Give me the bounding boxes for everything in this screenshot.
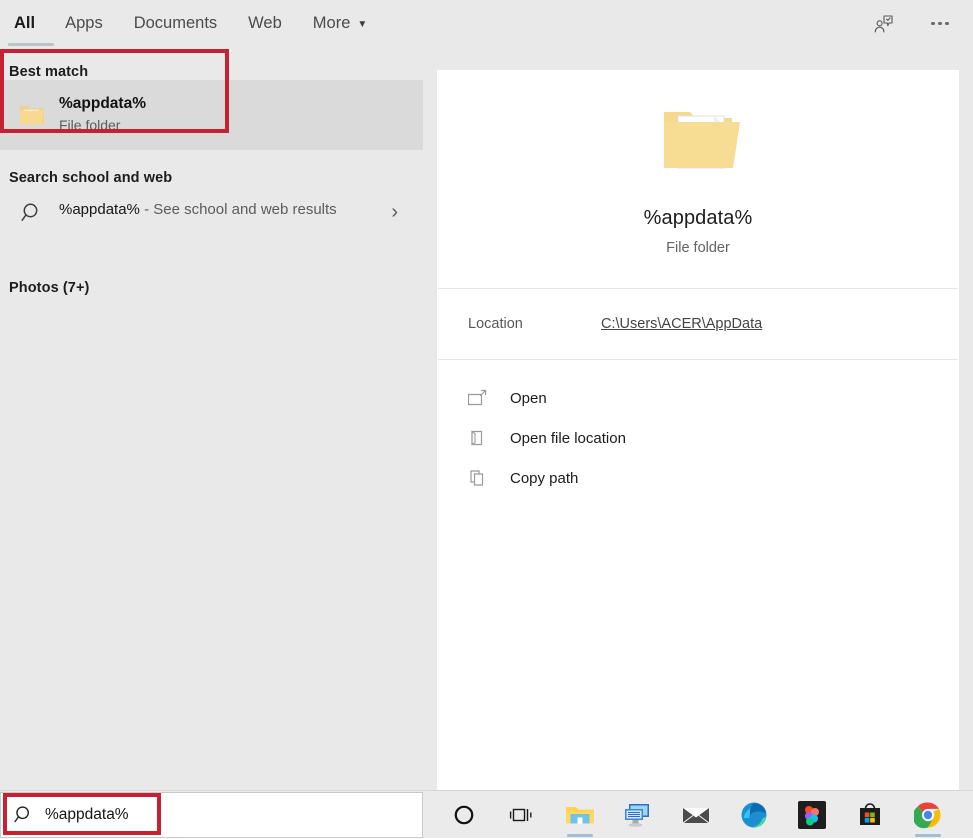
tab-all-label: All <box>14 14 35 33</box>
location-row: Location C:\Users\ACER\AppData <box>437 289 959 359</box>
edge-button[interactable] <box>725 791 783 839</box>
copy-path-icon <box>468 468 510 488</box>
action-open-file-location-label: Open file location <box>510 430 626 447</box>
best-match-header: Best match <box>0 47 423 80</box>
tab-all[interactable]: All <box>14 0 35 47</box>
location-link[interactable]: C:\Users\ACER\AppData <box>601 316 762 332</box>
tab-documents[interactable]: Documents <box>134 0 230 47</box>
result-subtitle: File folder <box>59 115 146 136</box>
mail-button[interactable] <box>667 791 725 839</box>
chrome-icon <box>914 801 942 829</box>
open-window-icon <box>468 388 510 408</box>
web-result-suffix: - See school and web results <box>140 201 337 218</box>
file-explorer-button[interactable] <box>551 791 609 839</box>
figma-button[interactable] <box>783 791 841 839</box>
taskbar <box>0 790 973 838</box>
action-open-file-location[interactable]: Open file location <box>437 418 959 458</box>
search-tabbar: All Apps Documents Web More ▼ <box>0 0 973 47</box>
more-options-button[interactable] <box>925 9 955 39</box>
results-panel: Best match %appdata% File folder Search … <box>0 47 423 790</box>
preview-title: %appdata% <box>644 207 753 230</box>
action-open[interactable]: Open <box>437 378 959 418</box>
action-open-label: Open <box>510 390 547 407</box>
tab-more-label: More <box>313 14 351 33</box>
task-view-icon <box>509 803 535 827</box>
cortana-button[interactable] <box>435 791 493 839</box>
search-web-header: Search school and web <box>0 150 423 186</box>
file-explorer-icon <box>564 801 596 829</box>
search-flyout-window: All Apps Documents Web More ▼ <box>0 0 973 790</box>
microsoft-store-icon <box>856 801 884 829</box>
tab-active-indicator <box>8 43 54 46</box>
preview-hero: %appdata% File folder <box>437 70 959 288</box>
figma-icon <box>798 801 826 829</box>
feedback-button[interactable] <box>869 9 899 39</box>
task-view-button[interactable] <box>493 791 551 839</box>
web-result-query: %appdata% <box>59 201 140 218</box>
taskbar-icons <box>423 791 957 839</box>
tabbar-actions <box>869 0 955 47</box>
preview-panel: %appdata% File folder Location C:\Users\… <box>437 70 959 790</box>
chevron-down-icon: ▼ <box>357 20 367 30</box>
action-copy-path-label: Copy path <box>510 470 578 487</box>
remote-desktop-button[interactable] <box>609 791 667 839</box>
result-item-web-search[interactable]: %appdata% - See school and web results › <box>0 186 423 256</box>
ellipsis-icon <box>931 22 949 26</box>
running-indicator <box>567 834 593 837</box>
folder-open-location-icon <box>468 428 510 448</box>
result-title: %appdata% <box>59 94 146 115</box>
search-icon <box>9 198 55 225</box>
tab-apps-label: Apps <box>65 14 103 33</box>
mail-icon <box>681 803 711 827</box>
taskbar-search-box[interactable] <box>0 792 423 838</box>
microsoft-store-button[interactable] <box>841 791 899 839</box>
edge-icon <box>740 801 768 829</box>
tab-list: All Apps Documents Web More ▼ <box>0 0 398 47</box>
result-text-block: %appdata% File folder <box>55 94 146 136</box>
feedback-person-icon <box>873 13 895 35</box>
running-indicator <box>915 834 941 837</box>
tab-documents-label: Documents <box>134 14 217 33</box>
tab-more[interactable]: More ▼ <box>313 0 381 47</box>
remote-desktop-icon <box>623 801 653 829</box>
action-copy-path[interactable]: Copy path <box>437 458 959 498</box>
tab-web-label: Web <box>248 14 282 33</box>
search-input[interactable] <box>45 806 375 824</box>
search-icon <box>13 804 41 826</box>
action-list: Open Open file location <box>437 360 959 498</box>
chrome-button[interactable] <box>899 791 957 839</box>
result-item-best-match[interactable]: %appdata% File folder <box>0 80 423 150</box>
location-label: Location <box>468 316 601 332</box>
folder-icon <box>9 100 55 130</box>
tab-web[interactable]: Web <box>248 0 295 47</box>
cortana-icon <box>452 803 476 827</box>
chevron-right-icon[interactable]: › <box>391 202 398 222</box>
preview-subtitle: File folder <box>666 240 730 256</box>
tab-apps[interactable]: Apps <box>65 0 116 47</box>
web-result-text: %appdata% - See school and web results <box>55 198 337 222</box>
photos-header: Photos (7+) <box>0 256 423 296</box>
folder-icon-large <box>652 92 744 189</box>
